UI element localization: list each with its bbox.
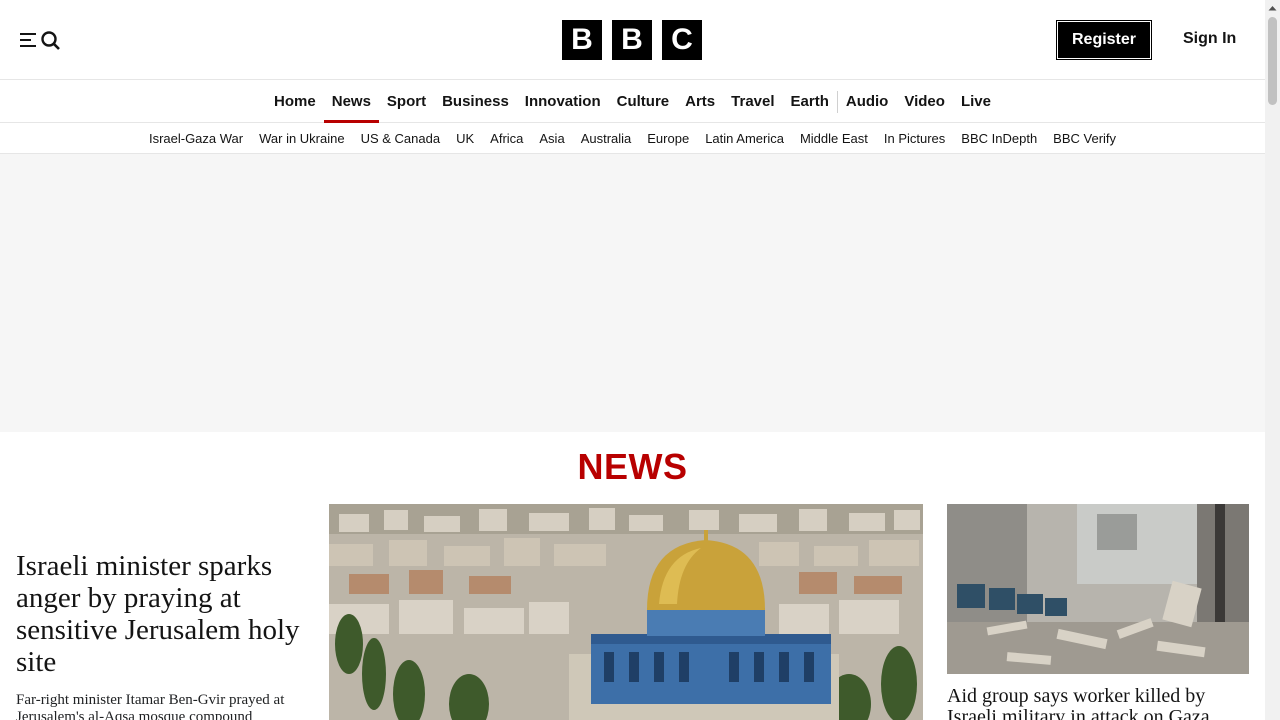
masthead: B B C Register Sign In xyxy=(0,0,1265,80)
bbc-news-page: B B C Register Sign In Home News Sport B… xyxy=(0,0,1265,720)
nav-item-video[interactable]: Video xyxy=(896,81,953,122)
right-story-headline[interactable]: Aid group says worker killed by Israeli … xyxy=(947,686,1247,720)
subnav-item-us-canada[interactable]: US & Canada xyxy=(353,123,449,153)
subnav-item-uk[interactable]: UK xyxy=(448,123,482,153)
nav-item-audio[interactable]: Audio xyxy=(838,81,897,122)
lead-story-summary: Far-right minister Itamar Ben-Gvir praye… xyxy=(16,692,285,720)
nav-item-arts[interactable]: Arts xyxy=(677,81,723,122)
section-title: NEWS xyxy=(577,446,688,487)
subnav-item-asia[interactable]: Asia xyxy=(531,123,572,153)
subnav-item-in-pictures[interactable]: In Pictures xyxy=(876,123,953,153)
nav-item-news[interactable]: News xyxy=(323,81,380,123)
scrollbar-thumb[interactable] xyxy=(1268,17,1277,105)
nav-item-home[interactable]: Home xyxy=(266,81,324,122)
jerusalem-dome-image xyxy=(329,504,923,720)
subnav-item-israel-gaza-war[interactable]: Israel-Gaza War xyxy=(141,123,251,153)
subnav-item-bbc-indepth[interactable]: BBC InDepth xyxy=(953,123,1045,153)
logo-block-b1: B xyxy=(562,20,602,60)
subnav-item-latin-america[interactable]: Latin America xyxy=(697,123,792,153)
subnav-item-war-in-ukraine[interactable]: War in Ukraine xyxy=(251,123,352,153)
nav-item-live[interactable]: Live xyxy=(953,81,999,122)
nav-item-earth[interactable]: Earth xyxy=(783,81,837,122)
scroll-up-arrow[interactable] xyxy=(1265,0,1280,15)
secondary-nav: Israel-Gaza War War in Ukraine US & Cana… xyxy=(0,123,1265,154)
menu-search-button[interactable] xyxy=(20,28,64,52)
menu-icon xyxy=(20,33,36,47)
subnav-item-australia[interactable]: Australia xyxy=(573,123,640,153)
subnav-item-africa[interactable]: Africa xyxy=(482,123,531,153)
right-story-image[interactable] xyxy=(947,504,1249,674)
chevron-up-icon xyxy=(1268,5,1277,10)
subnav-item-bbc-verify[interactable]: BBC Verify xyxy=(1045,123,1124,153)
damaged-room-image xyxy=(947,504,1249,674)
lead-story-headline[interactable]: Israeli minister sparks anger by praying… xyxy=(16,550,316,678)
subnav-item-middle-east[interactable]: Middle East xyxy=(792,123,876,153)
nav-item-culture[interactable]: Culture xyxy=(609,81,678,122)
nav-item-innovation[interactable]: Innovation xyxy=(517,81,609,122)
logo-block-c: C xyxy=(662,20,702,60)
vertical-scrollbar[interactable] xyxy=(1265,0,1280,720)
primary-nav: Home News Sport Business Innovation Cult… xyxy=(0,81,1265,123)
search-icon xyxy=(41,31,60,50)
nav-item-sport[interactable]: Sport xyxy=(379,81,434,122)
bbc-logo[interactable]: B B C xyxy=(562,20,702,60)
register-button[interactable]: Register xyxy=(1056,20,1152,60)
sign-in-link[interactable]: Sign In xyxy=(1183,30,1236,48)
advertisement-slot xyxy=(0,154,1265,432)
subnav-item-europe[interactable]: Europe xyxy=(639,123,697,153)
nav-item-travel[interactable]: Travel xyxy=(723,81,782,122)
nav-item-business[interactable]: Business xyxy=(434,81,517,122)
logo-block-b2: B xyxy=(612,20,652,60)
lead-story-image[interactable] xyxy=(329,504,923,720)
